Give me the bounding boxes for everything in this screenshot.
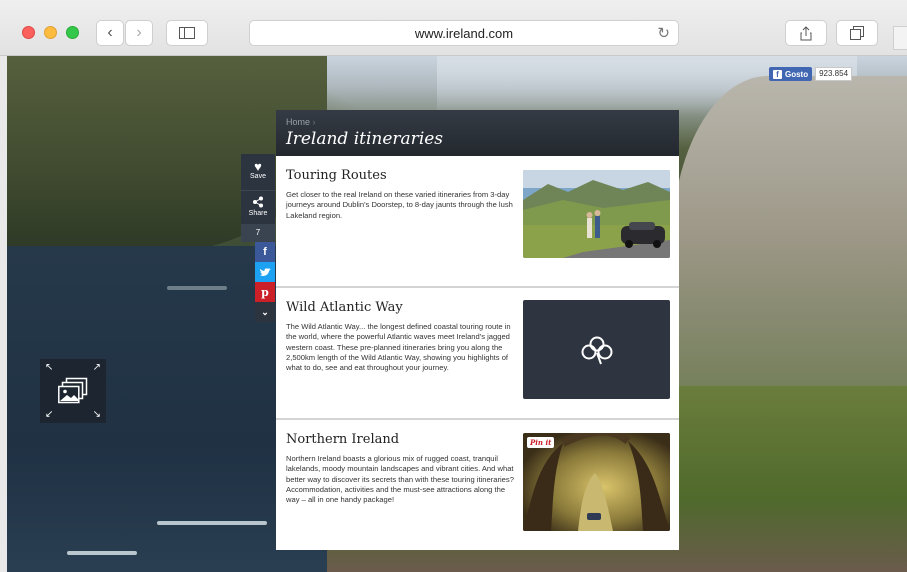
save-label: Save (250, 173, 266, 180)
share-button[interactable]: Share (241, 190, 275, 224)
facebook-share-button[interactable]: f (255, 242, 275, 262)
page-title: Ireland itineraries (286, 129, 444, 149)
sidebar-icon (179, 27, 195, 39)
itineraries-panel: Home › Ireland itineraries Touring Route… (276, 110, 679, 550)
itinerary-card-wild-atlantic-way[interactable]: Wild Atlantic Way The Wild Atlantic Way.… (276, 286, 679, 418)
card-description: Get closer to the real Ireland on these … (286, 190, 513, 220)
facebook-like-count: 923.854 (815, 67, 853, 81)
share-nodes-icon (253, 196, 263, 208)
url-text: www.ireland.com (414, 26, 514, 41)
breadcrumb: Home › (286, 117, 316, 127)
facebook-icon: f (263, 246, 267, 258)
shamrock-icon (581, 336, 612, 364)
chevron-left-icon: ‹ (107, 24, 113, 41)
expand-arrow-icon: ↘ (92, 409, 101, 420)
facebook-like-widget: f Gosto 923.854 (769, 67, 853, 81)
chevron-down-icon: ⌄ (261, 306, 269, 317)
tabs-icon (850, 26, 864, 40)
close-window-button[interactable] (22, 26, 35, 39)
expand-arrow-icon: ↗ (92, 362, 101, 373)
hero-background: f Gosto 923.854 ↖ ↗ ↙ ↘ ♥ Save Share 7 f (7, 56, 907, 572)
itinerary-card-touring-routes[interactable]: Touring Routes Get closer to the real Ir… (276, 156, 679, 286)
tabs-overview-button[interactable] (836, 20, 878, 46)
forward-button[interactable]: › (125, 20, 153, 46)
expand-arrow-icon: ↙ (45, 409, 54, 420)
more-share-button[interactable]: ⌄ (255, 302, 275, 322)
facebook-like-label: Gosto (785, 69, 809, 79)
itinerary-card-northern-ireland[interactable]: Northern Ireland Northern Ireland boasts… (276, 418, 679, 550)
address-bar[interactable]: www.ireland.com ↻ (249, 20, 679, 46)
card-description: The Wild Atlantic Way... the longest def… (286, 322, 511, 373)
card-title[interactable]: Touring Routes (286, 168, 387, 183)
card-description: Northern Ireland boasts a glorious mix o… (286, 454, 514, 505)
heart-icon: ♥ (254, 159, 262, 174)
breadcrumb-home[interactable]: Home (286, 117, 310, 127)
share-toolbar: ♥ Save Share 7 f p ⌄ (241, 154, 275, 322)
twitter-bird-icon (259, 267, 271, 276)
pinterest-icon: p (261, 285, 269, 299)
wild-atlantic-way-placeholder[interactable] (523, 300, 670, 399)
share-page-button[interactable] (785, 20, 827, 46)
touring-routes-photo[interactable] (523, 170, 670, 258)
card-title[interactable]: Northern Ireland (286, 432, 399, 447)
share-icon (800, 25, 812, 40)
pinterest-share-button[interactable]: p (255, 282, 275, 302)
facebook-icon: f (773, 69, 782, 79)
back-button[interactable]: ‹ (96, 20, 124, 46)
northern-ireland-photo[interactable]: Pin it (523, 433, 670, 531)
reload-icon[interactable]: ↻ (657, 24, 670, 42)
touring-routes-image (523, 170, 670, 258)
new-tab-edge[interactable] (893, 26, 907, 50)
expand-arrow-icon: ↖ (45, 362, 54, 373)
share-count: 7 (241, 224, 275, 242)
photos-icon (58, 377, 88, 404)
sidebar-button[interactable] (166, 20, 208, 46)
zoom-window-button[interactable] (66, 26, 79, 39)
save-button[interactable]: ♥ Save (241, 154, 275, 190)
minimize-window-button[interactable] (44, 26, 57, 39)
pin-it-button[interactable]: Pin it (527, 437, 555, 448)
browser-toolbar: ‹ › www.ireland.com ↻ (0, 0, 907, 56)
gallery-fullscreen-button[interactable]: ↖ ↗ ↙ ↘ (40, 359, 106, 423)
panel-header: Home › Ireland itineraries (276, 110, 679, 156)
facebook-like-button[interactable]: f Gosto (769, 67, 813, 81)
twitter-share-button[interactable] (255, 262, 275, 282)
chevron-right-icon: › (136, 24, 142, 41)
card-title[interactable]: Wild Atlantic Way (286, 300, 403, 315)
share-label: Share (248, 210, 268, 217)
